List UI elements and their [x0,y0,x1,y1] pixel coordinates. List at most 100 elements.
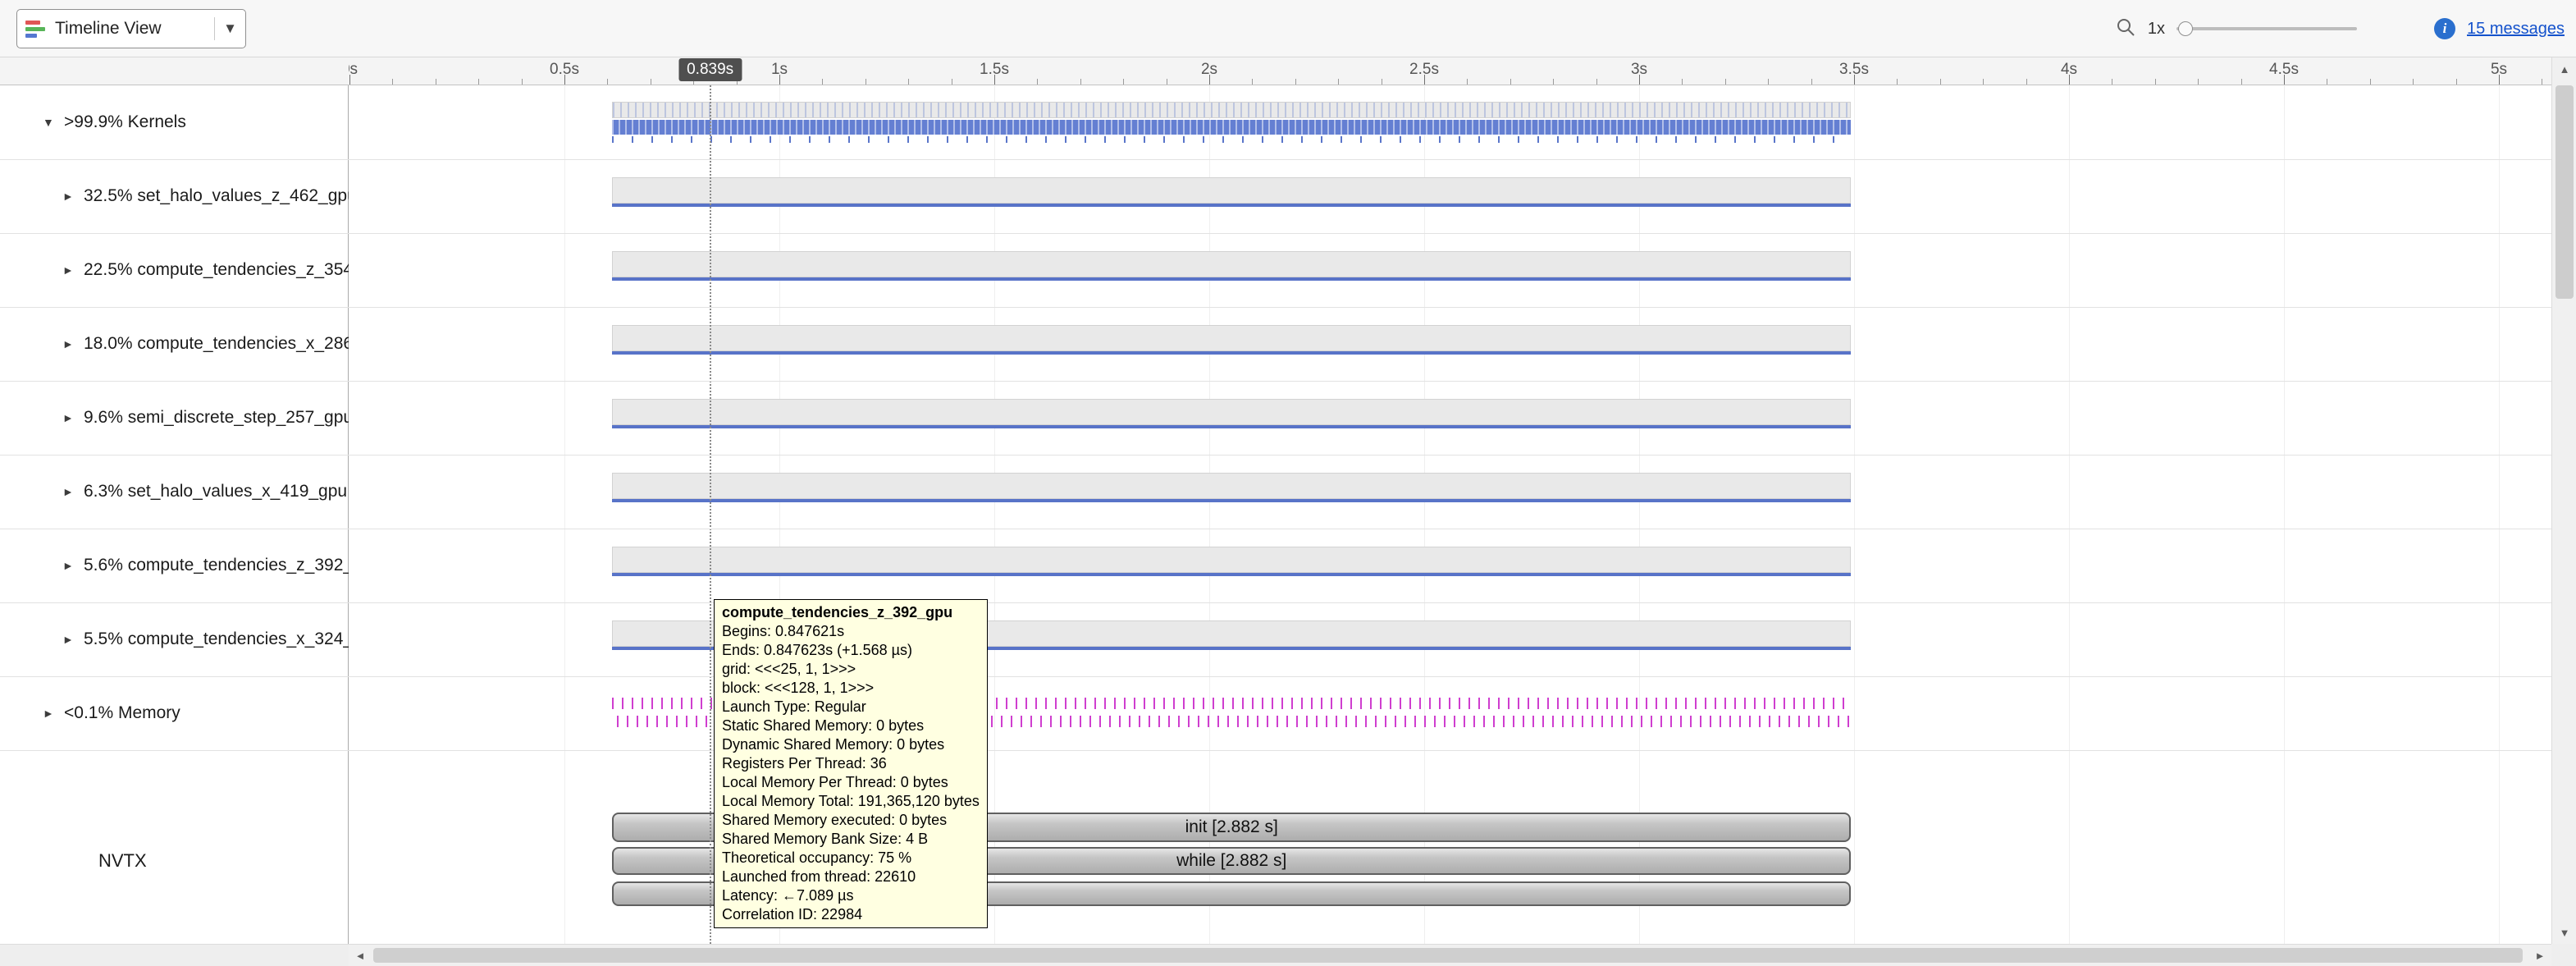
kernel-tooltip: compute_tendencies_z_392_gpu Begins: 0.8… [714,599,988,928]
sidebar-row[interactable]: ►5.6% compute_tendencies_z_392_gpu [0,529,349,602]
ruler-tick [2413,79,2414,85]
sidebar-row-label: 5.6% compute_tendencies_z_392_gpu [84,556,349,575]
scroll-right-button[interactable]: ► [2528,945,2551,966]
kernel-activity-line[interactable] [612,499,1851,502]
kernel-summary-range-bar[interactable] [612,102,1851,118]
horizontal-scrollbar-thumb[interactable] [373,948,2523,963]
kernel-range-bar[interactable] [612,399,1851,425]
tooltip-line: Launch Type: Regular [722,698,980,716]
tooltip-line: Local Memory Total: 191,365,120 bytes [722,792,980,811]
tooltip-line: Dynamic Shared Memory: 0 bytes [722,735,980,754]
ruler-tick [2198,79,2199,85]
ruler-corner [0,57,349,85]
timeline-lanes[interactable]: init [2.882 s]while [2.882 s] [349,85,2551,944]
kernel-activity-line[interactable] [612,573,1851,576]
sidebar-row[interactable]: ►<0.1% Memory [0,676,349,750]
sidebar-row[interactable]: ▼>99.9% Kernels [0,85,349,159]
sidebar-row-label: >99.9% Kernels [64,112,186,132]
ruler-tick [1983,79,1984,85]
ruler-tick-label: 0.5s [550,61,579,79]
ruler-tick [908,79,909,85]
vertical-scrollbar[interactable]: ▲ ▼ [2551,57,2576,944]
expander-closed-icon[interactable]: ► [62,633,84,646]
ruler-tick [1123,79,1124,85]
ruler-tick [1940,79,1941,85]
timeline-view-dropdown[interactable]: Timeline View ▼ [16,9,246,48]
kernel-activity-line[interactable] [612,204,1851,207]
ruler-tick-label: 3s [1631,61,1647,79]
zoom-slider[interactable] [2176,18,2357,39]
ruler-tick [1252,79,1253,85]
ruler-tick [1553,79,1554,85]
gridline [1854,85,1855,944]
expander-closed-icon[interactable]: ► [62,411,84,424]
ruler-tick [2241,79,2242,85]
kernel-tick-marks [612,136,1851,143]
expander-closed-icon[interactable]: ► [62,337,84,350]
gridline [2499,85,2500,944]
sidebar-row-label: 18.0% compute_tendencies_x_286_gpu [84,334,349,354]
scroll-down-button[interactable]: ▼ [2552,921,2576,944]
ruler-tick [2456,79,2457,85]
timeline-ruler[interactable]: 0.839s 0s0.5s1s1.5s2s2.5s3s3.5s4s4.5s5s [349,57,2551,85]
sidebar-row[interactable]: ►32.5% set_halo_values_z_462_gpu [0,159,349,233]
scroll-up-button[interactable]: ▲ [2552,57,2576,80]
kernel-activity-line[interactable] [612,277,1851,281]
sidebar-row[interactable]: ►5.5% compute_tendencies_x_324_gpu [0,602,349,676]
tooltip-line: grid: <<<25, 1, 1>>> [722,660,980,679]
timeline-main: NVTX ▼>99.9% Kernels►32.5% set_halo_valu… [0,85,2551,944]
vertical-scrollbar-thumb[interactable] [2555,85,2574,299]
tooltip-line: Begins: 0.847621s [722,622,980,641]
ruler-tick-label: 4.5s [2269,61,2299,79]
chevron-down-icon: ▼ [223,21,237,37]
sidebar-row-nvtx[interactable]: NVTX [98,836,147,886]
ruler-tick [2026,79,2027,85]
expander-closed-icon[interactable]: ► [62,485,84,498]
sidebar-row[interactable]: ►6.3% set_halo_values_x_419_gpu [0,455,349,529]
kernel-activity-line[interactable] [612,425,1851,428]
sidebar-row-label: 9.6% semi_discrete_step_257_gpu [84,408,349,428]
tooltip-line: Local Memory Per Thread: 0 bytes [722,773,980,792]
sidebar-row-label: NVTX [98,850,147,872]
gridline [2069,85,2070,944]
ruler-tick [1768,79,1769,85]
kernel-range-bar[interactable] [612,325,1851,351]
sidebar-row-label: 5.5% compute_tendencies_x_324_gpu [84,630,349,649]
ruler-tick [2370,79,2371,85]
ruler-tick [522,79,523,85]
sidebar-row-label: <0.1% Memory [64,703,180,723]
gridline [2284,85,2285,944]
ruler-tick-label: 2s [1201,61,1217,79]
ruler-tick [1467,79,1468,85]
sidebar-row[interactable]: ►18.0% compute_tendencies_x_286_gpu [0,307,349,381]
kernel-range-bar[interactable] [612,177,1851,204]
nsight-timeline-window: Timeline View ▼ 1x i 15 messages 0.839s … [0,0,2576,966]
toolbar-right-cluster: 1x i 15 messages [2115,0,2565,57]
messages-link[interactable]: 15 messages [2467,20,2565,39]
scroll-left-button[interactable]: ◄ [349,945,372,966]
expander-open-icon[interactable]: ▼ [43,116,64,129]
expander-closed-icon[interactable]: ► [62,190,84,203]
ruler-tick [392,79,393,85]
expander-closed-icon[interactable]: ► [62,559,84,572]
expander-closed-icon[interactable]: ► [43,707,64,720]
tooltip-line: Launched from thread: 22610 [722,868,980,886]
ruler-tick-label: 1s [771,61,788,79]
kernel-range-bar[interactable] [612,473,1851,499]
kernel-range-bar[interactable] [612,547,1851,573]
expander-closed-icon[interactable]: ► [62,263,84,277]
zoom-slider-thumb[interactable] [2178,21,2193,36]
timeline-view-icon [25,21,45,38]
horizontal-scrollbar[interactable]: ◄ ► [349,944,2551,966]
zoom-slider-track[interactable] [2176,27,2357,30]
kernel-dense-activity-bar[interactable] [612,120,1851,135]
tooltip-line: Latency: ←7.089 µs [722,886,980,905]
ruler-tick [1037,79,1038,85]
sidebar-row[interactable]: ►22.5% compute_tendencies_z_354_gpu [0,233,349,307]
gridline [564,85,565,944]
kernel-range-bar[interactable] [612,251,1851,277]
ruler-tick-label: 2.5s [1409,61,1439,79]
sidebar-row-label: 22.5% compute_tendencies_z_354_gpu [84,260,349,280]
kernel-activity-line[interactable] [612,351,1851,355]
sidebar-row[interactable]: ►9.6% semi_discrete_step_257_gpu [0,381,349,455]
